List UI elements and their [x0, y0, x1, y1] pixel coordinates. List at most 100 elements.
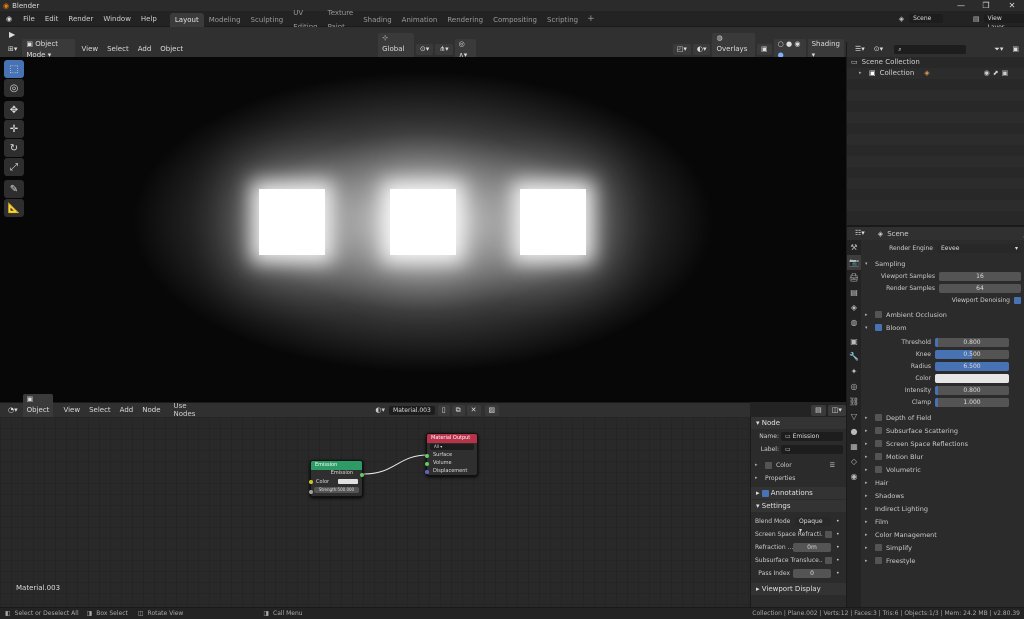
emission-strength-socket[interactable]: [309, 490, 313, 494]
outliner-search-input[interactable]: ⌕: [894, 45, 967, 54]
color-row[interactable]: ▸ Color ☰: [751, 459, 846, 472]
threshold-slider[interactable]: 0.800: [935, 337, 1009, 347]
radius-slider[interactable]: 6.500: [935, 361, 1009, 371]
move-axis-tool-icon[interactable]: ✛: [4, 120, 24, 138]
simplify-checkbox[interactable]: [875, 544, 882, 551]
render-engine-dropdown[interactable]: Eevee ▾: [937, 243, 1021, 253]
color-checkbox[interactable]: [765, 462, 772, 469]
cursor-tool-icon[interactable]: ◎: [4, 79, 24, 97]
color-expand-icon[interactable]: ▸: [755, 459, 765, 472]
properties-expand-icon[interactable]: ▸: [755, 472, 765, 485]
data-tab-icon[interactable]: ▽: [847, 409, 861, 424]
menu-help[interactable]: Help: [136, 11, 162, 27]
emission-color-socket[interactable]: [309, 480, 313, 484]
shadows-section[interactable]: ▸ Shadows: [865, 489, 1024, 502]
tab-rendering[interactable]: Rendering: [442, 13, 488, 27]
refraction-depth-field[interactable]: 0m: [793, 543, 831, 552]
node-menu-view[interactable]: View: [59, 405, 84, 416]
blender-menu-icon[interactable]: ◉: [0, 15, 18, 23]
editor-type-icon[interactable]: ⊞▾: [4, 44, 21, 55]
freestyle-section[interactable]: ▸ Freestyle: [865, 554, 1024, 567]
collection-expand-icon[interactable]: ▸: [859, 68, 869, 79]
scene-field[interactable]: Scene: [909, 14, 943, 23]
bloom-color-swatch[interactable]: [935, 373, 1009, 383]
unlink-material-icon[interactable]: ✕: [466, 404, 481, 416]
tab-scripting[interactable]: Scripting: [542, 13, 583, 27]
node-menu-select[interactable]: Select: [85, 405, 115, 416]
viewport-display-section[interactable]: ▸ Viewport Display: [751, 583, 846, 595]
bloom-section[interactable]: ▾ Bloom: [865, 321, 1024, 334]
motion-blur-section[interactable]: ▸ Motion Blur: [865, 450, 1024, 463]
hair-section[interactable]: ▸ Hair: [865, 476, 1024, 489]
scale-tool-icon[interactable]: ⤢: [4, 158, 24, 176]
viewport-menu-select[interactable]: Select: [103, 44, 133, 55]
material-output-node[interactable]: Material Output All ▾ Surface Volume Dis…: [425, 433, 478, 476]
color-list-icon[interactable]: ☰: [830, 459, 835, 472]
emissive-plane-middle[interactable]: [390, 189, 456, 255]
filter-icon[interactable]: ⏷▾: [990, 44, 1007, 55]
object-tab-icon[interactable]: ▣: [847, 334, 861, 349]
ssr-section-checkbox[interactable]: [875, 440, 882, 447]
annotations-checkbox[interactable]: [761, 489, 769, 497]
sampling-section[interactable]: ▾ Sampling: [865, 257, 1024, 270]
simplify-section[interactable]: ▸ Simplify: [865, 541, 1024, 554]
shader-fx-tab-icon[interactable]: ◇: [847, 454, 861, 469]
emission-color-swatch[interactable]: [338, 479, 358, 484]
maximize-icon[interactable]: ❐: [977, 0, 995, 11]
view-layer-field[interactable]: View Layer: [983, 14, 1024, 31]
volume-input-socket[interactable]: [425, 462, 429, 466]
world-tab-icon[interactable]: ◍: [847, 315, 861, 330]
minimize-icon[interactable]: —: [952, 0, 970, 11]
tab-sculpting[interactable]: Sculpting: [246, 13, 289, 27]
properties-row[interactable]: ▸ Properties: [751, 472, 846, 485]
tab-layout[interactable]: Layout: [169, 12, 204, 27]
knee-slider[interactable]: 0.500: [935, 349, 1009, 359]
bloom-checkbox[interactable]: [875, 324, 882, 331]
gizmo-icon[interactable]: ◰▾: [672, 44, 691, 55]
menu-edit[interactable]: Edit: [40, 11, 64, 27]
scene-collection-row[interactable]: ▭ Scene Collection: [847, 57, 1024, 68]
snap-icon[interactable]: ⋔▾: [435, 44, 453, 55]
subsurface-scattering-section[interactable]: ▸ Subsurface Scattering: [865, 424, 1024, 437]
tab-shading[interactable]: Shading: [358, 13, 396, 27]
close-icon[interactable]: ✕: [1003, 0, 1021, 11]
surface-input-socket[interactable]: [425, 454, 429, 458]
play-icon[interactable]: ▶: [0, 30, 15, 39]
emission-strength-field[interactable]: Strength:500.000: [314, 487, 359, 493]
xray-icon[interactable]: ▣: [757, 44, 772, 55]
collection-row[interactable]: ▸ ▣ Collection ◈ ◉ ⬈ ▣: [847, 68, 1024, 79]
node-name-field[interactable]: ▭ Emission: [781, 432, 843, 441]
physics-tab-icon[interactable]: ◎: [847, 379, 861, 394]
tab-modeling[interactable]: Modeling: [204, 13, 246, 27]
select-arrow-icon[interactable]: ⬈: [993, 68, 999, 79]
menu-window[interactable]: Window: [98, 11, 136, 27]
menu-file[interactable]: File: [18, 11, 40, 27]
tab-compositing[interactable]: Compositing: [488, 13, 542, 27]
select-box-tool-icon[interactable]: ⬚: [4, 60, 24, 78]
new-collection-icon[interactable]: ▣: [1008, 44, 1023, 55]
ssr-checkbox[interactable]: [825, 531, 832, 538]
outliner-type-icon[interactable]: ☰▾: [851, 44, 869, 55]
rotate-tool-icon[interactable]: ↻: [4, 139, 24, 157]
3d-viewport[interactable]: [0, 57, 846, 402]
ssr-section[interactable]: ▸ Screen Space Reflections: [865, 437, 1024, 450]
pass-index-field[interactable]: 0: [793, 569, 831, 578]
output-tab-icon[interactable]: 🖨: [847, 270, 861, 285]
sss-checkbox[interactable]: [825, 557, 832, 564]
displacement-input-socket[interactable]: [425, 470, 429, 474]
visibility-eye-icon[interactable]: ◉: [984, 68, 990, 79]
backdrop-icon[interactable]: ▤: [811, 404, 826, 416]
ambient-occlusion-checkbox[interactable]: [875, 311, 882, 318]
emission-output-socket[interactable]: [360, 473, 364, 477]
measure-tool-icon[interactable]: 📐: [4, 199, 24, 217]
clamp-slider[interactable]: 1.000: [935, 397, 1009, 407]
indirect-lighting-section[interactable]: ▸ Indirect Lighting: [865, 502, 1024, 515]
color-management-section[interactable]: ▸ Color Management: [865, 528, 1024, 541]
particles-tab-icon[interactable]: ✦: [847, 364, 861, 379]
motion-blur-checkbox[interactable]: [875, 453, 882, 460]
volumetric-checkbox[interactable]: [875, 466, 882, 473]
view-layer-icon[interactable]: ▤: [973, 15, 980, 23]
annotate-tool-icon[interactable]: ✎: [4, 180, 24, 198]
move-tool-icon[interactable]: ✥: [4, 101, 24, 119]
emission-node[interactable]: Emission Emission Color Strength:500.000: [309, 460, 364, 497]
